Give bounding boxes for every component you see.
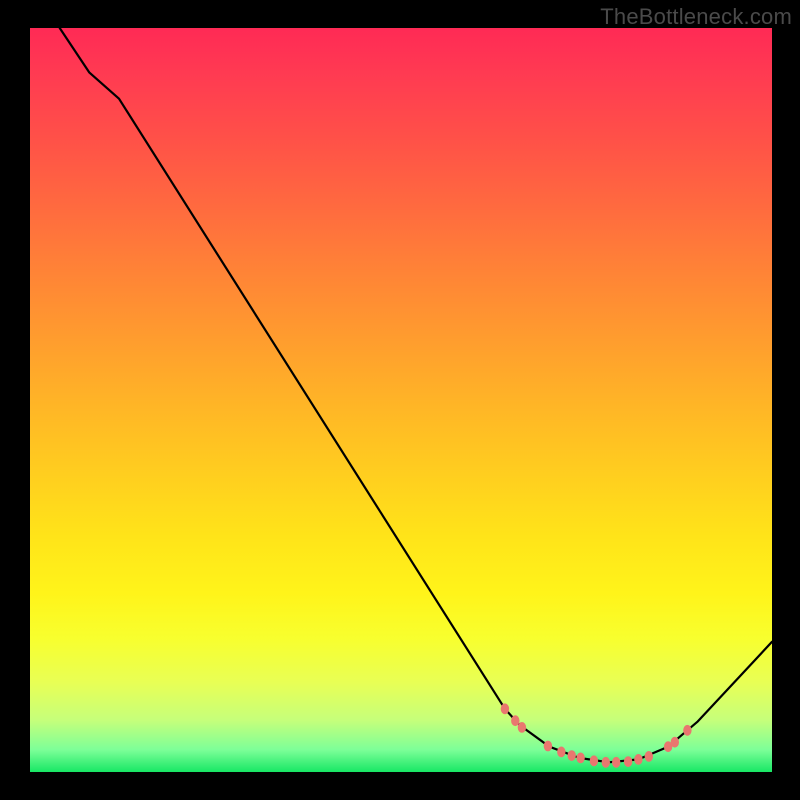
curve-marker [576, 753, 584, 764]
curve-marker [544, 741, 552, 752]
chart-frame: TheBottleneck.com [0, 0, 800, 800]
curve-marker [590, 755, 598, 766]
curve-marker [518, 722, 526, 733]
curve-marker [602, 757, 610, 768]
curve-marker [634, 754, 642, 765]
curve-marker [612, 757, 620, 768]
curve-marker [624, 756, 632, 767]
curve-marker [511, 715, 519, 726]
curve-marker [645, 751, 653, 762]
curve-marker [568, 750, 576, 761]
curve-marker [557, 747, 565, 758]
curve-svg [30, 28, 772, 772]
watermark-text: TheBottleneck.com [600, 4, 792, 30]
curve-marker [501, 703, 509, 714]
curve-marker [671, 737, 679, 748]
curve-markers [501, 703, 692, 767]
bottleneck-curve [60, 28, 772, 762]
plot-area [30, 28, 772, 772]
curve-marker [683, 725, 691, 736]
